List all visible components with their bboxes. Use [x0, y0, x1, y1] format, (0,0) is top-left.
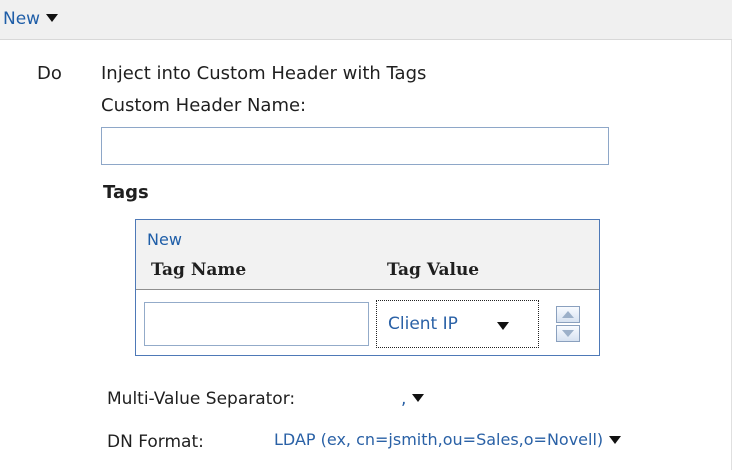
tags-new-button[interactable]: New: [147, 230, 182, 249]
multi-value-separator-label: Multi-Value Separator:: [107, 389, 296, 409]
tag-value-dropdown[interactable]: Client IP: [376, 300, 539, 348]
spinner-up-icon[interactable]: [556, 306, 580, 323]
caret-down-icon: [46, 14, 59, 22]
tag-name-column-header: Tag Name: [151, 260, 247, 280]
action-title: Inject into Custom Header with Tags: [101, 63, 427, 84]
custom-header-name-input[interactable]: [101, 127, 609, 165]
tag-value-selected: Client IP: [388, 314, 458, 334]
multi-value-separator-value: ,: [401, 389, 407, 409]
tag-value-column-header: Tag Value: [387, 260, 480, 280]
dn-format-label: DN Format:: [107, 432, 204, 452]
custom-header-name-label: Custom Header Name:: [101, 95, 307, 116]
dn-format-value: LDAP (ex, cn=jsmith,ou=Sales,o=Novell): [274, 430, 604, 449]
caret-down-icon: [609, 435, 622, 444]
caret-down-icon: [412, 394, 425, 402]
new-menu-button[interactable]: New: [3, 8, 59, 30]
tag-name-input[interactable]: [144, 302, 369, 346]
rule-editor-page: New Do Inject into Custom Header with Ta…: [0, 0, 732, 470]
tags-table-header: New Tag Name Tag Value: [136, 220, 599, 290]
spinner-down-icon[interactable]: [556, 325, 580, 342]
tags-section-title: Tags: [103, 182, 149, 203]
caret-down-icon: [497, 322, 509, 330]
new-menu-label: New: [3, 9, 41, 29]
toolbar: New: [0, 0, 732, 40]
dn-format-dropdown[interactable]: LDAP (ex, cn=jsmith,ou=Sales,o=Novell): [274, 428, 622, 452]
tags-table: New Tag Name Tag Value Client IP: [135, 219, 600, 356]
multi-value-separator-dropdown[interactable]: ,: [401, 387, 425, 411]
do-label: Do: [37, 63, 62, 84]
up-down-spinner-icon[interactable]: [556, 306, 580, 342]
